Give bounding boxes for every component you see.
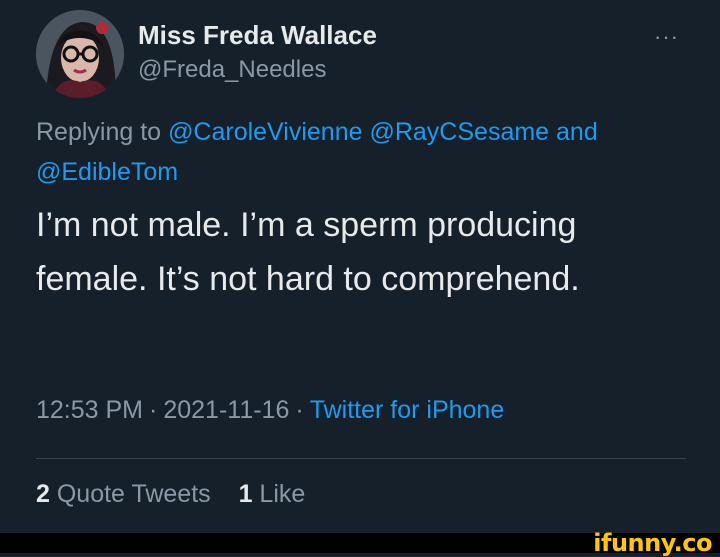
author-handle[interactable]: @Freda_Needles [138, 56, 326, 84]
tweet-time[interactable]: 12:53 PM [36, 396, 143, 424]
meta-separator: · [295, 396, 304, 424]
quote-count: 2 [36, 480, 50, 508]
mention-link[interactable]: @RayCSesame [369, 118, 549, 146]
quote-tweets-stat[interactable]: 2 Quote Tweets [36, 480, 211, 508]
tweet-text: I’m not male. I’m a sperm producing fema… [36, 206, 580, 298]
replying-to-line: Replying to @CaroleVivienne @RayCSesame … [36, 112, 686, 192]
tweet-card: Miss Freda Wallace @Freda_Needles ··· Re… [0, 0, 720, 533]
tweet-date[interactable]: 2021-11-16 [163, 396, 289, 424]
quote-label: Quote Tweets [56, 480, 211, 508]
more-horizontal-icon[interactable]: ··· [654, 24, 679, 50]
mention-link[interactable]: @EdibleTom [36, 158, 178, 186]
mention-conjunction: and [556, 118, 598, 146]
like-label: Like [259, 480, 306, 508]
likes-stat[interactable]: 1 Like [239, 480, 306, 508]
divider [36, 458, 686, 459]
mention-link[interactable]: @CaroleVivienne [168, 118, 362, 146]
watermark-bar: ifunny.co [0, 529, 720, 557]
tweet-meta: 12:53 PM · 2021-11-16 · Twitter for iPhone [36, 396, 504, 425]
author-display-name[interactable]: Miss Freda Wallace [138, 20, 377, 51]
replying-to-label: Replying to [36, 118, 162, 146]
tweet-stats: 2 Quote Tweets 1 Like [36, 480, 305, 509]
avatar-image [36, 10, 124, 98]
tweet-source-link[interactable]: Twitter for iPhone [310, 396, 505, 424]
user-avatar[interactable] [36, 10, 124, 98]
like-count: 1 [238, 480, 253, 508]
meta-separator: · [149, 396, 158, 424]
